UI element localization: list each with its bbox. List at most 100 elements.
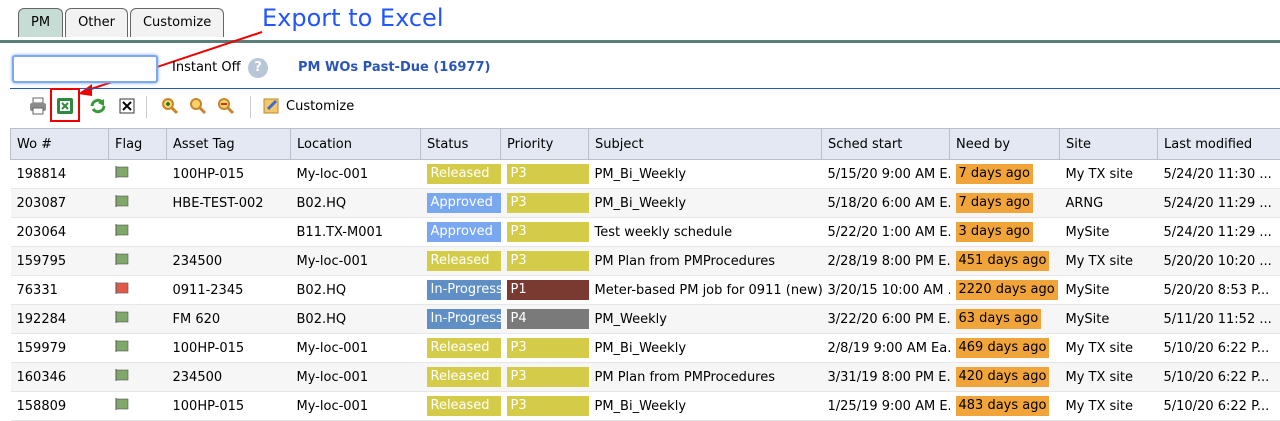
priority-badge: P3 <box>507 222 589 242</box>
location-cell: My-loc-001 <box>291 334 421 363</box>
refresh-icon[interactable] <box>88 96 108 116</box>
flag-cell <box>109 305 167 334</box>
priority-badge: P3 <box>507 193 589 213</box>
flag-cell <box>109 392 167 421</box>
export-excel-icon[interactable] <box>55 96 75 116</box>
status-badge: Released <box>427 251 501 271</box>
location-cell: My-loc-001 <box>291 363 421 392</box>
flag-icon <box>115 253 129 265</box>
table-row[interactable]: 159979100HP-015My-loc-001ReleasedP3PM_Bi… <box>11 334 1280 363</box>
clear-icon[interactable] <box>117 96 137 116</box>
location-cell: My-loc-001 <box>291 247 421 276</box>
flag-icon <box>115 398 129 410</box>
col-header-priority[interactable]: Priority <box>501 129 589 160</box>
table-row[interactable]: 203087HBE-TEST-002B02.HQApprovedP3PM_Bi_… <box>11 189 1280 218</box>
wo-cell: 203064 <box>11 218 109 247</box>
print-icon[interactable] <box>28 96 48 116</box>
table-row[interactable]: 159795234500My-loc-001ReleasedP3PM Plan … <box>11 247 1280 276</box>
priority-cell: P3 <box>501 334 589 363</box>
site-cell: My TX site <box>1060 247 1158 276</box>
zoom-icon[interactable] <box>188 96 208 116</box>
zoom-in-icon[interactable] <box>160 96 180 116</box>
zoom-out-icon[interactable] <box>216 96 236 116</box>
status-cell: In-Progress <box>421 276 501 305</box>
wo-cell: 159795 <box>11 247 109 276</box>
asset-tag-cell: 234500 <box>167 363 291 392</box>
need-by-cell: 469 days ago <box>950 334 1060 363</box>
asset-tag-cell <box>167 218 291 247</box>
flag-icon <box>115 282 129 294</box>
flag-icon <box>115 166 129 178</box>
need-by-cell: 7 days ago <box>950 160 1060 189</box>
status-badge: Released <box>427 338 501 358</box>
flag-cell <box>109 363 167 392</box>
col-header-sched-start[interactable]: Sched start <box>822 129 950 160</box>
status-badge: In-Progress <box>427 280 501 300</box>
tab-pm[interactable]: PM <box>18 8 63 37</box>
status-badge: In-Progress <box>427 309 501 329</box>
col-header-site[interactable]: Site <box>1060 129 1158 160</box>
need-by-cell: 420 days ago <box>950 363 1060 392</box>
site-cell: ARNG <box>1060 189 1158 218</box>
col-header-need-by[interactable]: Need by <box>950 129 1060 160</box>
help-icon[interactable]: ? <box>248 58 268 78</box>
wo-cell: 160346 <box>11 363 109 392</box>
col-header-flag[interactable]: Flag <box>109 129 167 160</box>
grid-body: 198814100HP-015My-loc-001ReleasedP3PM_Bi… <box>11 160 1280 421</box>
col-header-asset-tag[interactable]: Asset Tag <box>167 129 291 160</box>
tab-customize[interactable]: Customize <box>130 8 224 37</box>
need-by-badge: 483 days ago <box>956 396 1050 416</box>
table-row[interactable]: 203064B11.TX-M001ApprovedP3Test weekly s… <box>11 218 1280 247</box>
flag-icon <box>115 340 129 352</box>
need-by-badge: 469 days ago <box>956 338 1050 358</box>
location-cell: B02.HQ <box>291 189 421 218</box>
customize-icon[interactable] <box>262 96 282 116</box>
need-by-cell: 63 days ago <box>950 305 1060 334</box>
table-row[interactable]: 198814100HP-015My-loc-001ReleasedP3PM_Bi… <box>11 160 1280 189</box>
wo-cell: 192284 <box>11 305 109 334</box>
flag-icon <box>115 195 129 207</box>
asset-tag-cell: 234500 <box>167 247 291 276</box>
flag-cell <box>109 276 167 305</box>
col-header-wo[interactable]: Wo # <box>11 129 109 160</box>
col-header-subject[interactable]: Subject <box>589 129 822 160</box>
location-cell: My-loc-001 <box>291 392 421 421</box>
col-header-status[interactable]: Status <box>421 129 501 160</box>
tab-underline <box>0 40 1280 43</box>
table-row[interactable]: 192284FM 620B02.HQIn-ProgressP4PM_Weekly… <box>11 305 1280 334</box>
status-badge: Released <box>427 367 501 387</box>
last-modified-cell: 5/24/20 11:29 ... <box>1158 218 1280 247</box>
col-header-location[interactable]: Location <box>291 129 421 160</box>
need-by-badge: 7 days ago <box>956 164 1033 184</box>
customize-button[interactable]: Customize <box>286 99 354 114</box>
search-input[interactable] <box>12 55 158 83</box>
sched-start-cell: 5/15/20 9:00 AM E... <box>822 160 950 189</box>
status-cell: Released <box>421 160 501 189</box>
flag-cell <box>109 160 167 189</box>
sched-start-cell: 2/28/19 8:00 PM E... <box>822 247 950 276</box>
need-by-badge: 2220 days ago <box>956 280 1058 300</box>
toolbar-separator <box>250 96 251 118</box>
table-row[interactable]: 160346234500My-loc-001ReleasedP3PM Plan … <box>11 363 1280 392</box>
location-cell: B02.HQ <box>291 276 421 305</box>
col-header-last-modified[interactable]: Last modified <box>1158 129 1280 160</box>
flag-cell <box>109 189 167 218</box>
instant-toggle[interactable]: Instant Off <box>172 60 241 75</box>
table-row[interactable]: 158809100HP-015My-loc-001ReleasedP3PM_Bi… <box>11 392 1280 421</box>
need-by-badge: 3 days ago <box>956 222 1033 242</box>
sched-start-cell: 3/22/20 6:00 PM E... <box>822 305 950 334</box>
status-cell: Approved <box>421 218 501 247</box>
flag-icon <box>115 224 129 236</box>
flag-cell <box>109 334 167 363</box>
priority-cell: P4 <box>501 305 589 334</box>
table-row[interactable]: 763310911-2345B02.HQIn-ProgressP1Meter-b… <box>11 276 1280 305</box>
flag-icon <box>115 311 129 323</box>
need-by-badge: 451 days ago <box>956 251 1050 271</box>
tab-other[interactable]: Other <box>65 8 128 37</box>
sched-start-cell: 5/18/20 6:00 AM E... <box>822 189 950 218</box>
last-modified-cell: 5/20/20 10:20 ... <box>1158 247 1280 276</box>
asset-tag-cell: FM 620 <box>167 305 291 334</box>
status-cell: Released <box>421 363 501 392</box>
asset-tag-cell: 100HP-015 <box>167 392 291 421</box>
subject-cell: Meter-based PM job for 0911 (new) <box>589 276 822 305</box>
